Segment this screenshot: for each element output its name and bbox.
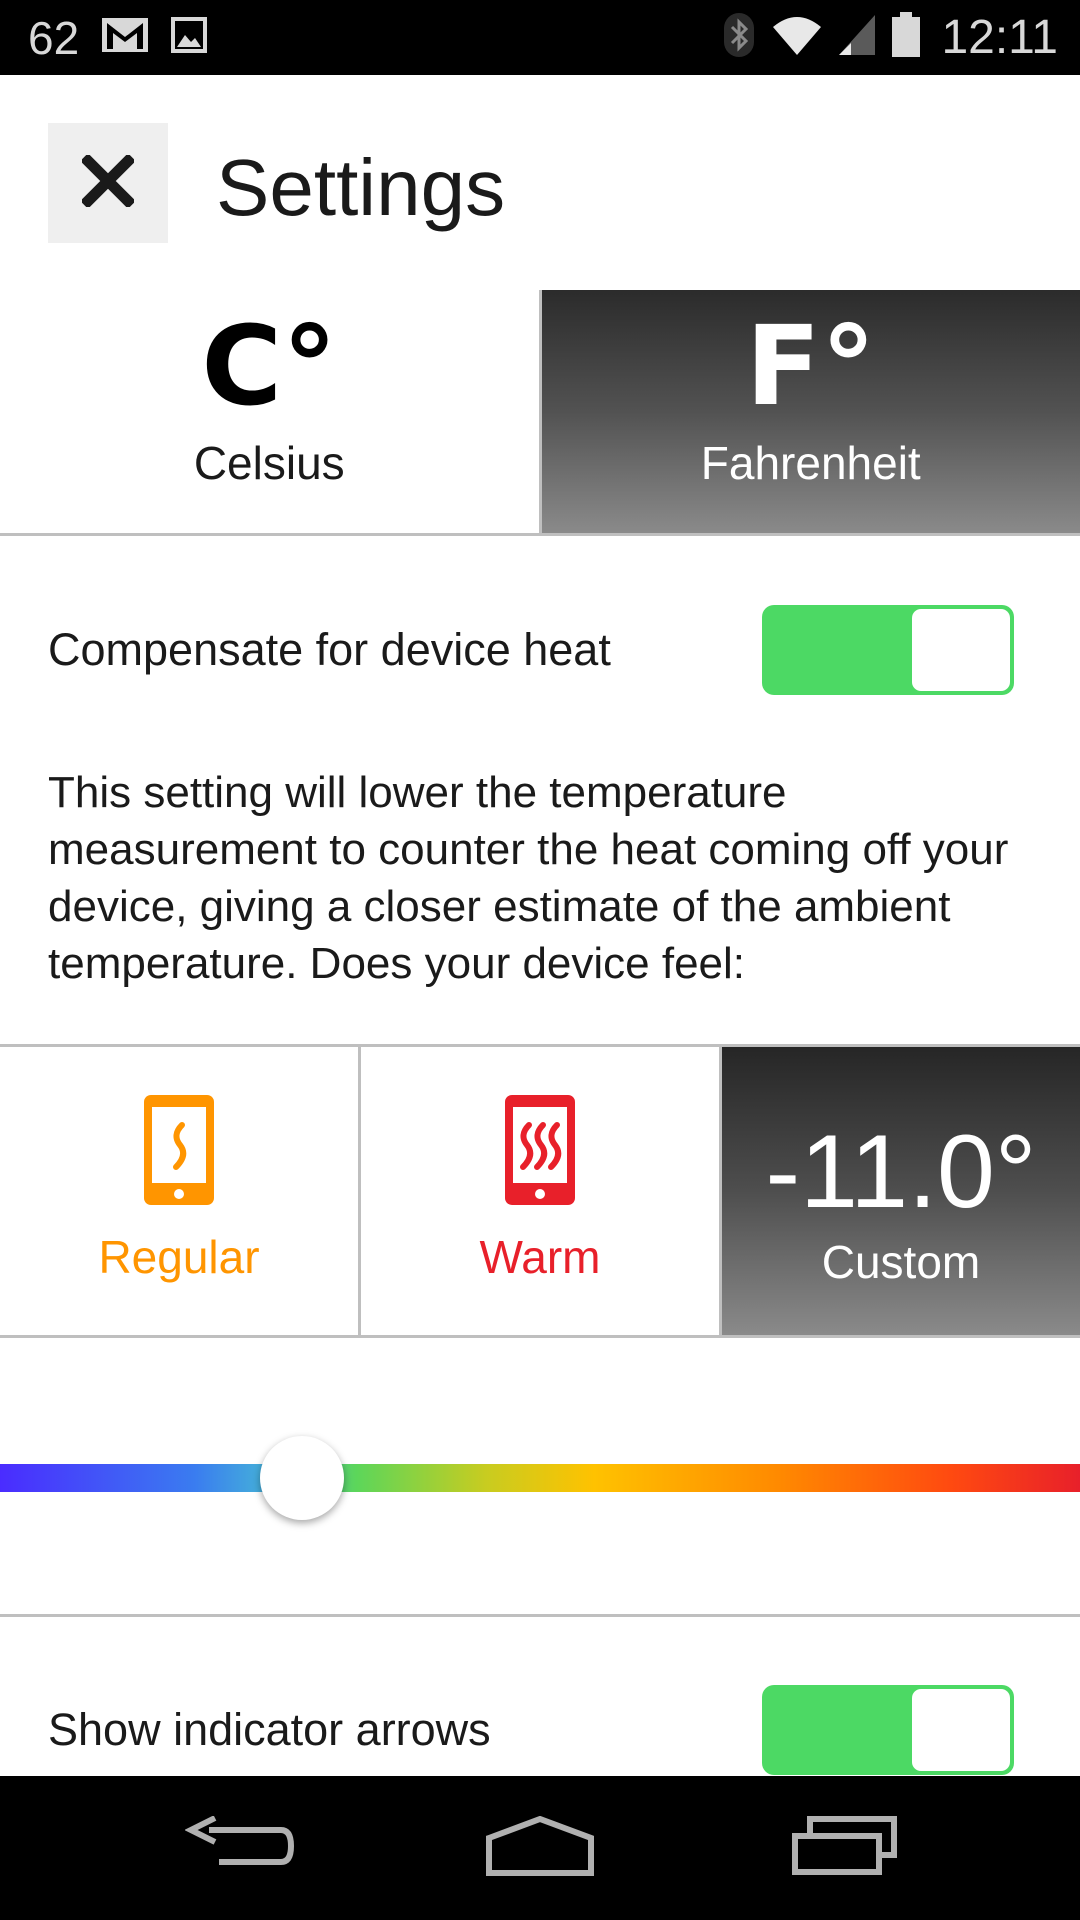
slider-thumb[interactable] [260,1436,345,1520]
phone-hot-icon [505,1095,575,1210]
status-bar: 62 12:11 [0,0,1080,75]
signal-icon [837,13,877,62]
close-button[interactable] [48,123,168,243]
unit-selector: C° Celsius F° Fahrenheit [0,290,1080,536]
indicator-arrows-label: Show indicator arrows [48,1704,491,1755]
indicator-arrows-setting-row: Show indicator arrows [0,1670,1080,1790]
compensate-label: Compensate for device heat [48,624,611,675]
image-icon [171,17,208,58]
back-button[interactable] [170,1808,310,1888]
compensate-description: This setting will lower the temperature … [48,768,1009,988]
preset-warm[interactable]: Warm [358,1047,719,1335]
fahrenheit-label: Fahrenheit [700,437,921,489]
celsius-symbol: C° [201,302,338,430]
home-icon [485,1815,595,1881]
celsius-option[interactable]: C° Celsius [0,290,539,533]
celsius-label: Celsius [193,437,345,489]
recent-apps-icon [790,1815,900,1881]
phone-mild-heat-icon [144,1095,214,1210]
compensate-switch-knob [912,609,1010,691]
notification-count: 62 [28,11,80,64]
fahrenheit-option[interactable]: F° Fahrenheit [538,290,1080,533]
navigation-bar [0,1776,1080,1920]
page-title: Settings [216,143,506,232]
preset-regular-label: Regular [98,1231,260,1283]
wifi-icon [771,13,823,62]
close-icon [80,152,136,212]
compensate-setting-row: Compensate for device heat [0,590,1080,710]
battery-icon [891,11,921,64]
custom-offset-value: -11.0° [765,1114,1037,1230]
bluetooth-icon [721,11,757,64]
indicator-arrows-switch[interactable] [762,1685,1014,1775]
indicator-arrows-switch-knob [912,1689,1010,1771]
compensate-switch[interactable] [762,605,1014,695]
recent-apps-button[interactable] [775,1808,915,1888]
fahrenheit-symbol: F° [745,302,876,430]
preset-warm-label: Warm [479,1231,601,1283]
preset-custom[interactable]: -11.0° Custom [719,1047,1080,1335]
preset-custom-label: Custom [821,1236,981,1288]
section-divider [0,1614,1080,1617]
preset-regular[interactable]: Regular [0,1047,358,1335]
heat-offset-slider[interactable] [0,1436,1080,1520]
back-icon [184,1814,295,1881]
slider-track [0,1464,1080,1492]
gmail-icon [101,17,149,58]
heat-preset-selector: Regular Warm -11.0° Custom [0,1044,1080,1338]
status-time: 12:11 [941,11,1058,64]
home-button[interactable] [470,1808,610,1888]
